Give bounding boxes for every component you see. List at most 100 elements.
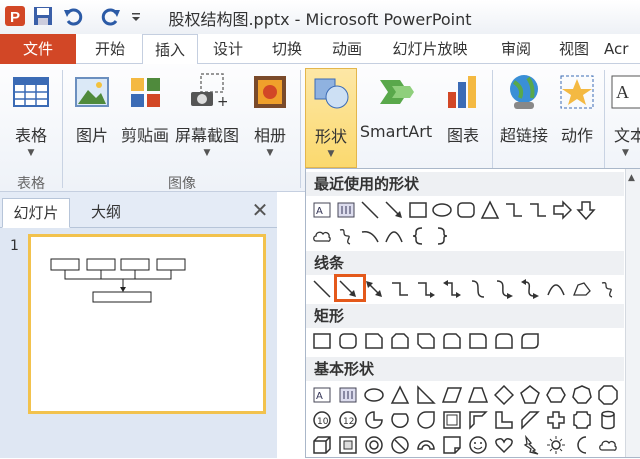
l-shape-icon[interactable] [494,410,514,430]
snip-diagonal-rectangle-shape-icon[interactable] [416,331,436,351]
frame-shape-icon[interactable] [442,410,462,430]
clipart-button[interactable]: 剪贴画 [118,68,172,172]
cube-shape-icon[interactable] [312,435,332,455]
down-arrow-shape-icon[interactable] [576,200,596,221]
lightning-bolt-shape-icon[interactable] [520,434,540,455]
chord-shape-icon[interactable] [390,410,410,430]
hexagon-shape-icon[interactable] [546,385,566,405]
oval-shape-icon[interactable] [364,385,384,405]
bevel-shape-icon[interactable] [338,435,358,455]
dodecagon-shape-icon[interactable]: 12 [338,410,358,430]
freeform-shape-icon[interactable] [336,226,356,246]
tab-animations[interactable]: 动画 [318,34,376,64]
rounded-rectangle-shape-icon[interactable] [456,200,476,220]
left-brace-shape-icon[interactable] [408,226,428,246]
close-icon[interactable]: ✕ [248,198,272,222]
teardrop-shape-icon[interactable] [416,410,436,430]
elbow-arrow-connector-shape-icon[interactable] [416,279,436,299]
can-shape-icon[interactable] [598,410,618,430]
snip-same-side-rectangle-shape-icon[interactable] [390,331,410,351]
tab-slides[interactable]: 幻灯片 [2,198,70,228]
heptagon-shape-icon[interactable] [572,385,592,405]
curve-shape-icon[interactable] [384,226,404,246]
picture-button[interactable]: 图片 [68,68,116,172]
right-arrow-shape-icon[interactable] [552,200,573,220]
rectangle-shape-icon[interactable] [408,200,428,220]
curved-double-arrow-connector-shape-icon[interactable] [520,279,540,299]
elbow-double-arrow-connector-shape-icon[interactable] [442,279,462,299]
table-button[interactable]: 表格 ▼ [4,68,58,172]
round-diagonal-rectangle-shape-icon[interactable] [520,331,540,351]
heart-shape-icon[interactable] [494,435,514,455]
triangle-shape-icon[interactable] [480,200,500,220]
arc-shape-icon[interactable] [360,226,380,246]
plaque-shape-icon[interactable] [572,410,592,430]
curve-shape-icon[interactable] [546,279,566,299]
curved-arrow-connector-shape-icon[interactable] [494,279,514,299]
tab-acrobat[interactable]: Acr [604,34,640,64]
no-symbol-shape-icon[interactable] [390,435,410,455]
rounded-rectangle-shape-icon[interactable] [338,331,358,351]
decagon-shape-icon[interactable]: 10 [312,410,332,430]
tab-outline[interactable]: 大纲 [76,198,136,228]
scroll-up-icon[interactable]: ▲ [628,173,635,183]
cross-shape-icon[interactable] [546,410,566,430]
text-box-shape-icon[interactable]: A [312,385,332,405]
tab-review[interactable]: 审阅 [488,34,544,64]
sun-shape-icon[interactable] [546,435,566,455]
line-shape-icon[interactable] [360,200,380,220]
pie-shape-icon[interactable] [364,410,384,430]
tab-insert[interactable]: 插入 [142,34,198,65]
half-frame-shape-icon[interactable] [468,410,488,430]
vertical-text-box-shape-icon[interactable] [338,385,358,405]
cloud-shape-icon[interactable] [312,226,332,246]
vertical-text-box-shape-icon[interactable] [336,200,356,220]
tab-home[interactable]: 开始 [80,34,140,64]
smiley-face-shape-icon[interactable] [468,435,488,455]
folded-corner-shape-icon[interactable] [442,435,462,455]
tab-file[interactable]: 文件 [0,34,76,64]
snip-round-rectangle-shape-icon[interactable] [442,331,462,351]
round-single-corner-rectangle-shape-icon[interactable] [468,331,488,351]
chart-button[interactable]: 图表 [438,68,488,172]
donut-shape-icon[interactable] [364,435,384,455]
octagon-shape-icon[interactable] [598,385,618,405]
elbow-connector-shape-icon[interactable] [504,200,524,220]
diamond-shape-icon[interactable] [493,384,515,406]
triangle-shape-icon[interactable] [390,385,410,405]
tab-design[interactable]: 设计 [200,34,256,64]
freeform-shape-icon[interactable] [572,279,592,299]
moon-shape-icon[interactable] [572,435,592,455]
rectangle-shape-icon[interactable] [312,331,332,351]
elbow-connector-shape-icon[interactable] [390,279,410,299]
right-brace-shape-icon[interactable] [432,226,452,246]
slide-thumbnail[interactable] [28,234,266,414]
arrow-line-shape-icon[interactable] [384,200,404,220]
tab-view[interactable]: 视图 [546,34,602,64]
block-arc-shape-icon[interactable] [416,435,436,455]
photo-album-button[interactable]: 相册 ▼ [244,68,296,172]
diagonal-stripe-shape-icon[interactable] [520,410,540,430]
round-same-side-rectangle-shape-icon[interactable] [494,331,514,351]
right-triangle-shape-icon[interactable] [416,385,436,405]
pentagon-shape-icon[interactable] [520,385,540,405]
trapezoid-shape-icon[interactable] [467,385,489,405]
snip-corner-rectangle-shape-icon[interactable] [364,331,384,351]
gallery-scrollbar[interactable]: ▲ [625,169,640,457]
tab-transitions[interactable]: 切换 [258,34,316,64]
double-arrow-line-shape-icon[interactable] [364,279,384,299]
oval-shape-icon[interactable] [432,200,452,220]
line-shape-icon[interactable] [312,279,332,299]
hyperlink-button[interactable]: 超链接 [496,68,552,172]
text-box-shape-icon[interactable]: A [312,200,332,220]
scribble-shape-icon[interactable] [598,279,618,299]
text-button[interactable]: A 文本 ▼ [608,68,640,172]
shapes-button[interactable]: 形状 ▼ [305,68,357,168]
smartart-button[interactable]: SmartArt [358,68,434,172]
cloud-shape-icon[interactable] [598,435,618,455]
tab-slideshow[interactable]: 幻灯片放映 [380,34,480,64]
screenshot-button[interactable]: + 屏幕截图 ▼ [174,68,240,172]
curved-connector-shape-icon[interactable] [468,279,488,299]
action-button[interactable]: 动作 [554,68,600,172]
elbow-connector-shape-icon[interactable] [528,200,548,220]
